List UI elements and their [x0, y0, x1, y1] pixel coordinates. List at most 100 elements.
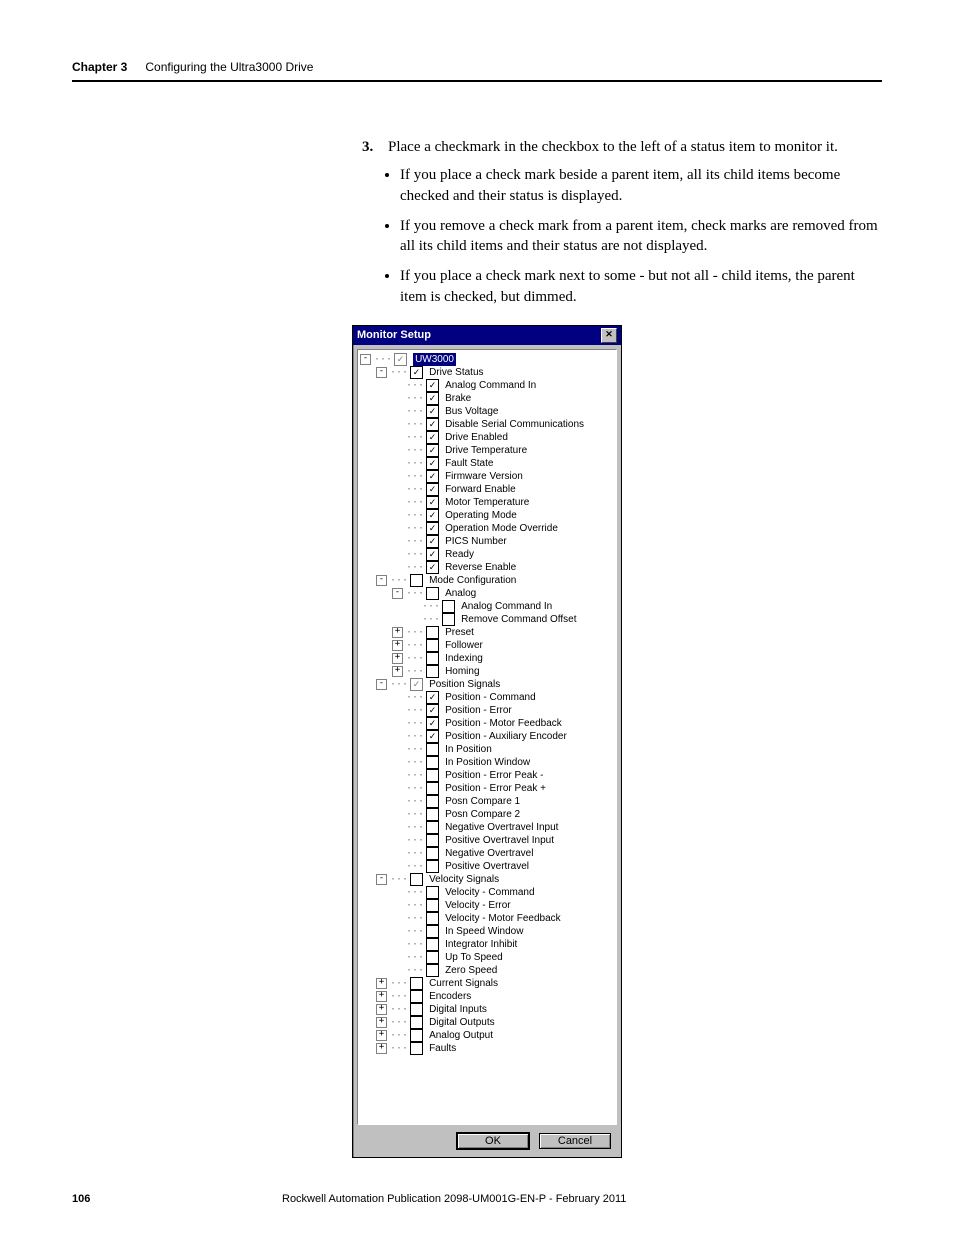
tree-checkbox[interactable] — [426, 964, 439, 977]
tree-label[interactable]: Position - Error Peak + — [445, 782, 546, 795]
tree-checkbox[interactable]: ✓ — [426, 509, 439, 522]
tree-node[interactable]: +···Digital Outputs — [360, 1016, 614, 1029]
tree-node[interactable]: ···In Speed Window — [360, 925, 614, 938]
tree-label[interactable]: Current Signals — [429, 977, 498, 990]
tree-checkbox[interactable] — [410, 1029, 423, 1042]
tree-checkbox[interactable]: ✓ — [426, 392, 439, 405]
tree-checkbox[interactable]: ✓ — [426, 431, 439, 444]
tree-label[interactable]: Disable Serial Communications — [445, 418, 584, 431]
tree-node[interactable]: +···Indexing — [360, 652, 614, 665]
collapse-icon[interactable]: - — [376, 874, 387, 885]
tree-label[interactable]: Drive Status — [429, 366, 483, 379]
tree-node[interactable]: ···Velocity - Error — [360, 899, 614, 912]
tree-checkbox[interactable] — [410, 1003, 423, 1016]
tree-checkbox[interactable]: ✓ — [426, 470, 439, 483]
tree-checkbox[interactable] — [410, 990, 423, 1003]
tree-label[interactable]: In Position — [445, 743, 492, 756]
tree-checkbox[interactable]: ✓ — [426, 730, 439, 743]
expand-icon[interactable]: + — [376, 1043, 387, 1054]
tree-checkbox[interactable] — [426, 938, 439, 951]
tree-node[interactable]: ···Posn Compare 1 — [360, 795, 614, 808]
tree-checkbox[interactable]: ✓ — [394, 353, 407, 366]
tree-checkbox[interactable]: ✓ — [426, 535, 439, 548]
tree-node[interactable]: ···✓Drive Temperature — [360, 444, 614, 457]
tree-checkbox[interactable] — [426, 951, 439, 964]
tree-node[interactable]: ···✓Forward Enable — [360, 483, 614, 496]
tree-label[interactable]: Position - Motor Feedback — [445, 717, 562, 730]
tree-label[interactable]: Drive Temperature — [445, 444, 527, 457]
tree-label[interactable]: Analog Command In — [461, 600, 552, 613]
tree-checkbox[interactable] — [442, 613, 455, 626]
tree-node[interactable]: +···Homing — [360, 665, 614, 678]
expand-icon[interactable]: + — [376, 991, 387, 1002]
tree-node[interactable]: ···✓Brake — [360, 392, 614, 405]
tree-node[interactable]: -···✓Drive Status — [360, 366, 614, 379]
tree-node[interactable]: +···Follower — [360, 639, 614, 652]
tree-node[interactable]: +···Faults — [360, 1042, 614, 1055]
tree-checkbox[interactable]: ✓ — [426, 444, 439, 457]
tree-checkbox[interactable]: ✓ — [426, 561, 439, 574]
tree-node[interactable]: ···Analog Command In — [360, 600, 614, 613]
tree-checkbox[interactable]: ✓ — [426, 717, 439, 730]
tree-label[interactable]: Brake — [445, 392, 471, 405]
collapse-icon[interactable]: - — [360, 354, 371, 365]
tree-label[interactable]: Mode Configuration — [429, 574, 516, 587]
tree-label[interactable]: Posn Compare 1 — [445, 795, 520, 808]
tree-checkbox[interactable] — [426, 769, 439, 782]
tree-label[interactable]: Encoders — [429, 990, 471, 1003]
tree-checkbox[interactable]: ✓ — [426, 548, 439, 561]
tree-node[interactable]: ···Position - Error Peak + — [360, 782, 614, 795]
collapse-icon[interactable]: - — [376, 367, 387, 378]
tree-label[interactable]: Forward Enable — [445, 483, 516, 496]
tree-checkbox[interactable] — [426, 639, 439, 652]
tree-label[interactable]: Analog Command In — [445, 379, 536, 392]
tree-label[interactable]: Drive Enabled — [445, 431, 508, 444]
tree-node[interactable]: ···Velocity - Motor Feedback — [360, 912, 614, 925]
tree-checkbox[interactable]: ✓ — [426, 704, 439, 717]
tree-node[interactable]: ···✓Operation Mode Override — [360, 522, 614, 535]
tree-node[interactable]: ···Negative Overtravel — [360, 847, 614, 860]
tree-label[interactable]: Velocity - Command — [445, 886, 534, 899]
tree-label[interactable]: Preset — [445, 626, 474, 639]
tree-label[interactable]: Velocity Signals — [429, 873, 499, 886]
tree-node[interactable]: ···✓PICS Number — [360, 535, 614, 548]
tree-checkbox[interactable]: ✓ — [410, 366, 423, 379]
expand-icon[interactable]: + — [392, 640, 403, 651]
tree-label[interactable]: Posn Compare 2 — [445, 808, 520, 821]
tree-checkbox[interactable] — [410, 873, 423, 886]
tree-label[interactable]: UW3000 — [413, 353, 456, 366]
tree-checkbox[interactable] — [426, 626, 439, 639]
tree-checkbox[interactable] — [410, 1042, 423, 1055]
tree-label[interactable]: Velocity - Error — [445, 899, 511, 912]
tree-node[interactable]: ···✓Position - Motor Feedback — [360, 717, 614, 730]
tree-node[interactable]: ···Velocity - Command — [360, 886, 614, 899]
tree-node[interactable]: ···Positive Overtravel — [360, 860, 614, 873]
tree-label[interactable]: Position Signals — [429, 678, 500, 691]
tree-label[interactable]: Analog Output — [429, 1029, 493, 1042]
tree-checkbox[interactable]: ✓ — [426, 483, 439, 496]
tree-node[interactable]: ···Up To Speed — [360, 951, 614, 964]
tree-node[interactable]: +···Encoders — [360, 990, 614, 1003]
tree-label[interactable]: Position - Command — [445, 691, 536, 704]
tree-node[interactable]: -···✓UW3000 — [360, 353, 614, 366]
tree-node[interactable]: ···Posn Compare 2 — [360, 808, 614, 821]
tree-label[interactable]: Remove Command Offset — [461, 613, 576, 626]
tree-checkbox[interactable] — [410, 977, 423, 990]
tree-label[interactable]: Bus Voltage — [445, 405, 498, 418]
tree-label[interactable]: Digital Outputs — [429, 1016, 495, 1029]
tree-label[interactable]: Ready — [445, 548, 474, 561]
collapse-icon[interactable]: - — [392, 588, 403, 599]
tree-checkbox[interactable] — [426, 834, 439, 847]
tree-node[interactable]: ···In Position — [360, 743, 614, 756]
tree-node[interactable]: ···Positive Overtravel Input — [360, 834, 614, 847]
tree-node[interactable]: ···Integrator Inhibit — [360, 938, 614, 951]
tree-checkbox[interactable] — [426, 860, 439, 873]
tree-node[interactable]: ···✓Bus Voltage — [360, 405, 614, 418]
tree-label[interactable]: In Position Window — [445, 756, 530, 769]
tree-label[interactable]: Positive Overtravel — [445, 860, 529, 873]
tree-checkbox[interactable] — [426, 847, 439, 860]
tree-node[interactable]: ···✓Firmware Version — [360, 470, 614, 483]
tree-label[interactable]: Position - Error — [445, 704, 512, 717]
expand-icon[interactable]: + — [392, 666, 403, 677]
tree-label[interactable]: Indexing — [445, 652, 483, 665]
